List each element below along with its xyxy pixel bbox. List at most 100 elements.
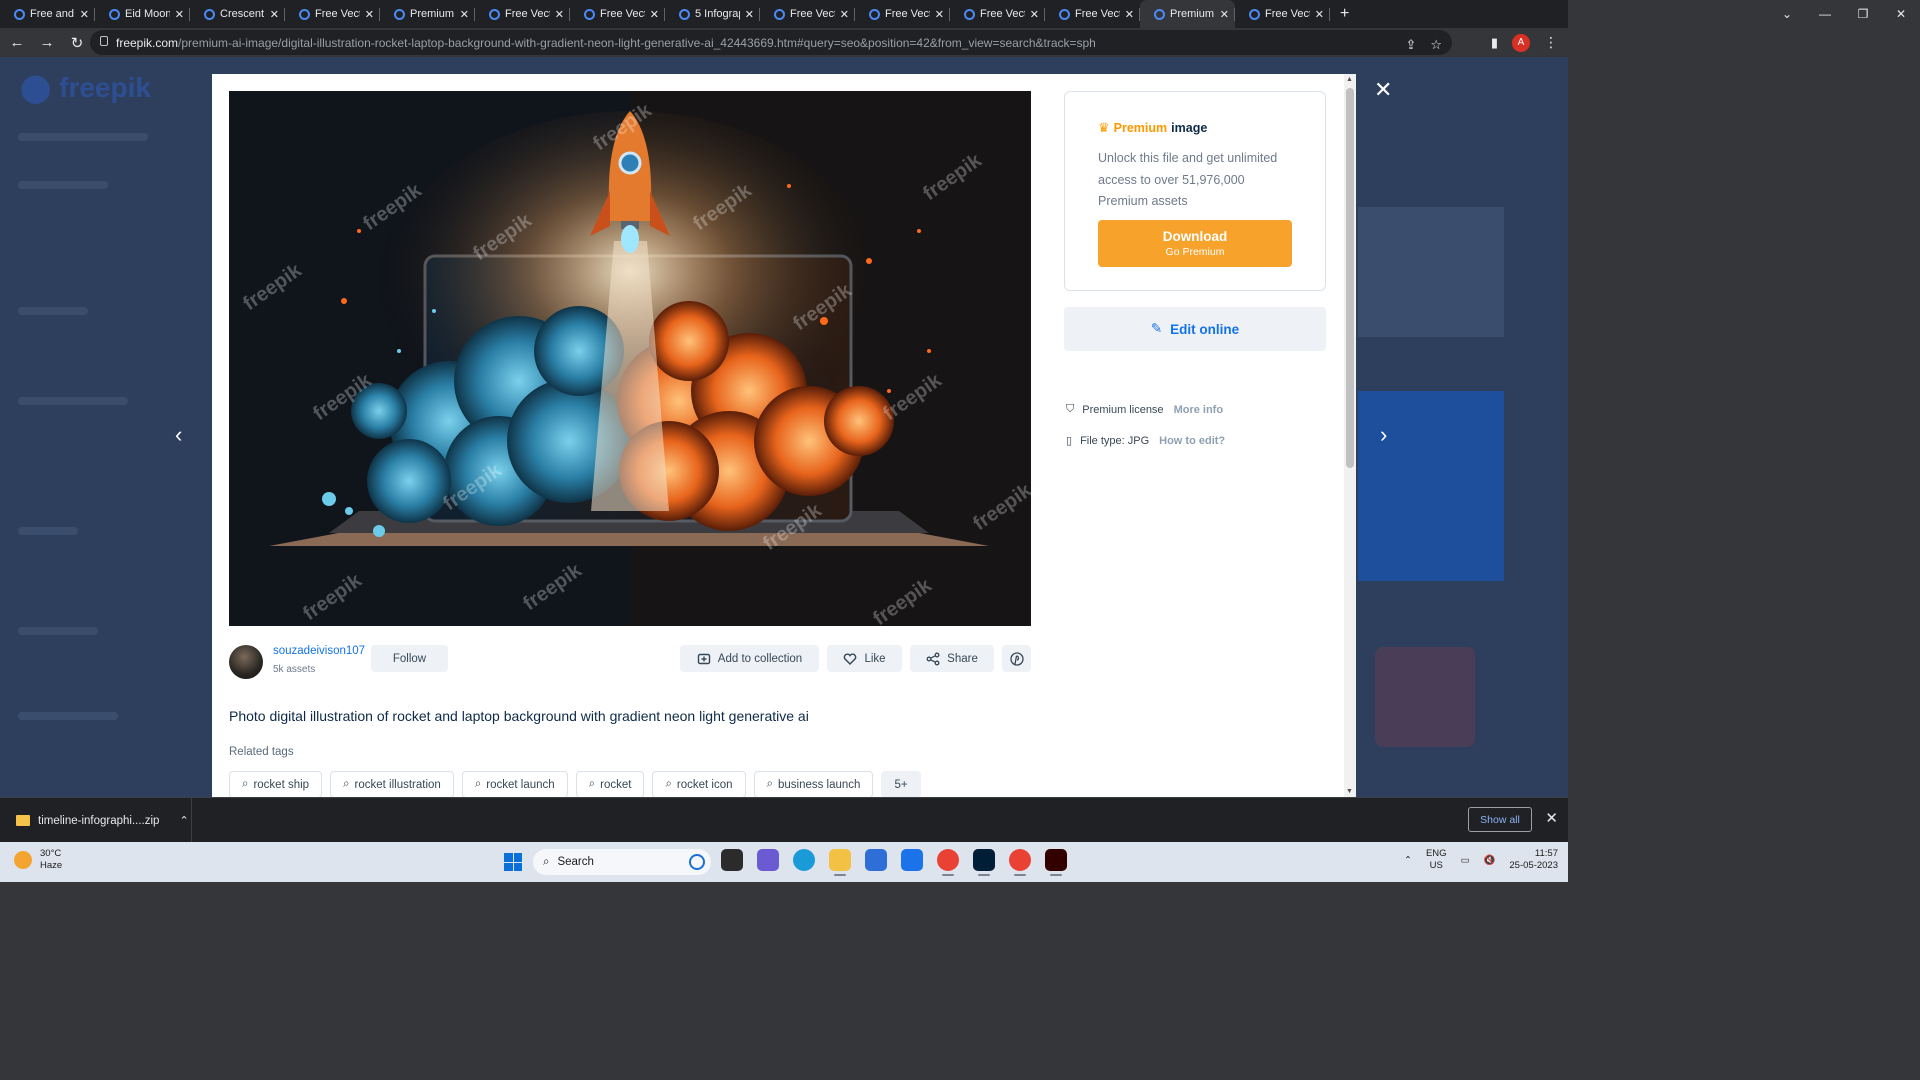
download-item[interactable]: timeline-infographi....zip ⌃ (0, 798, 192, 843)
haze-icon (14, 851, 32, 869)
back-icon[interactable]: ← (4, 30, 30, 56)
reload-icon[interactable]: ↻ (64, 30, 90, 56)
clock[interactable]: 11:57 25-05-2023 (1509, 848, 1558, 872)
file-explorer-icon[interactable] (829, 849, 851, 876)
tab-close-icon[interactable]: ✕ (1220, 8, 1229, 21)
taskbar-search[interactable]: ⌕ Search (533, 849, 711, 875)
bing-icon[interactable] (689, 854, 705, 870)
side-panel-icon[interactable]: ▮ (1491, 35, 1498, 51)
menu-kebab-icon[interactable]: ⋮ (1544, 34, 1558, 51)
tab-title: 5 Infograp (695, 8, 740, 20)
next-arrow-icon[interactable]: › (1380, 422, 1387, 448)
volume-muted-icon[interactable]: 🔇 (1484, 855, 1496, 866)
browser-tab[interactable]: Premium ✕ (1140, 0, 1235, 28)
share-button[interactable]: Share (910, 645, 994, 672)
browser-tab[interactable]: Free Vecto ✕ (570, 0, 665, 28)
tab-close-icon[interactable]: ✕ (80, 8, 89, 21)
tab-close-icon[interactable]: ✕ (555, 8, 564, 21)
browser-tab[interactable]: Premium ✕ (380, 0, 475, 28)
add-to-collection-button[interactable]: Add to collection (680, 645, 819, 672)
search-icon: ⌕ (242, 778, 249, 790)
scroll-up-icon[interactable]: ▲ (1346, 76, 1353, 83)
weather-widget[interactable]: 30°C Haze (14, 848, 62, 872)
store-icon[interactable] (865, 849, 887, 871)
browser-tab[interactable]: Free Vecto ✕ (475, 0, 570, 28)
tab-close-icon[interactable]: ✕ (460, 8, 469, 21)
tab-close-icon[interactable]: ✕ (270, 8, 279, 21)
related-tag[interactable]: ⌕ rocket illustration (330, 771, 454, 797)
edit-online-button[interactable]: ✎ Edit online (1064, 307, 1326, 351)
tab-close-icon[interactable]: ✕ (840, 8, 849, 21)
start-button[interactable] (504, 853, 522, 871)
chrome-icon[interactable] (937, 849, 959, 876)
photoshop-icon[interactable] (973, 849, 995, 876)
related-tag[interactable]: ⌕ business launch (753, 771, 874, 797)
how-to-edit-link[interactable]: How to edit? (1159, 435, 1225, 447)
new-tab-icon[interactable]: + (1340, 5, 1349, 23)
browser-tab[interactable]: Free Vecto ✕ (285, 0, 380, 28)
restore-icon[interactable]: ❐ (1844, 0, 1882, 28)
tab-title: Premium (1170, 8, 1215, 20)
browser-tab[interactable]: Crescent E ✕ (190, 0, 285, 28)
scrollbar-thumb[interactable] (1346, 88, 1354, 468)
related-tag[interactable]: ⌕ rocket (575, 771, 645, 797)
tab-close-icon[interactable]: ✕ (1125, 8, 1134, 21)
forward-icon[interactable]: → (34, 30, 60, 56)
follow-button[interactable]: Follow (371, 645, 448, 672)
tab-close-icon[interactable]: ✕ (935, 8, 944, 21)
tab-close-icon[interactable]: ✕ (175, 8, 184, 21)
chevron-up-icon[interactable]: ⌃ (179, 814, 188, 827)
close-window-icon[interactable]: ✕ (1882, 0, 1920, 28)
share-label: Share (947, 652, 978, 665)
browser-tab[interactable]: Free Vecto ✕ (1045, 0, 1140, 28)
illustrator-icon[interactable] (1045, 849, 1067, 876)
language-indicator[interactable]: ENG US (1426, 848, 1447, 872)
tab-close-icon[interactable]: ✕ (1315, 8, 1324, 21)
task-view-icon[interactable] (721, 849, 743, 871)
tab-close-icon[interactable]: ✕ (745, 8, 754, 21)
close-modal-icon[interactable]: ✕ (1374, 77, 1392, 103)
background-sidebar-line (18, 627, 98, 635)
tab-search-icon[interactable]: ⌄ (1768, 0, 1806, 28)
browser-tab[interactable]: Free and c ✕ (0, 0, 95, 28)
minimize-icon[interactable]: — (1806, 0, 1844, 28)
teams-chat-icon[interactable] (757, 849, 779, 871)
tab-close-icon[interactable]: ✕ (650, 8, 659, 21)
network-icon[interactable]: ▭ (1461, 855, 1470, 866)
browser-tab[interactable]: Eid Moon ✕ (95, 0, 190, 28)
browser-tab[interactable]: Free Vecto ✕ (855, 0, 950, 28)
pinterest-button[interactable] (1002, 645, 1031, 672)
more-tags-button[interactable]: 5+ (881, 771, 921, 797)
address-bar[interactable]: freepik.com/premium-ai-image/digital-ill… (90, 30, 1452, 55)
download-button[interactable]: Download Go Premium (1098, 220, 1292, 267)
edge-icon[interactable] (793, 849, 815, 871)
chrome-profile-icon[interactable] (1009, 849, 1031, 876)
tab-close-icon[interactable]: ✕ (1030, 8, 1039, 21)
more-info-link[interactable]: More info (1174, 404, 1224, 416)
browser-tab[interactable]: 5 Infograp ✕ (665, 0, 760, 28)
tab-favicon-icon (489, 8, 500, 20)
profile-avatar[interactable]: A (1512, 33, 1530, 52)
browser-tab[interactable]: Free Vecto ✕ (760, 0, 855, 28)
author-name-link[interactable]: souzadeivison107 (273, 645, 365, 657)
related-tag[interactable]: ⌕ rocket icon (652, 771, 746, 797)
like-button[interactable]: Like (827, 645, 902, 672)
bookmark-star-icon[interactable]: ☆ (1430, 37, 1442, 53)
region-code: US (1429, 860, 1443, 871)
share-page-icon[interactable]: ⇪ (1405, 37, 1416, 53)
mail-icon[interactable] (901, 849, 923, 871)
show-all-button[interactable]: Show all (1468, 807, 1532, 832)
tray-chevron-icon[interactable]: ⌃ (1404, 855, 1412, 866)
browser-tab[interactable]: Free Vecto ✕ (950, 0, 1045, 28)
related-tag[interactable]: ⌕ rocket launch (461, 771, 568, 797)
browser-tab[interactable]: Free Vecto ✕ (1235, 0, 1330, 28)
related-tag[interactable]: ⌕ rocket ship (229, 771, 323, 797)
previous-arrow-icon[interactable]: ‹ (175, 422, 182, 448)
tab-close-icon[interactable]: ✕ (365, 8, 374, 21)
modal-scrollbar[interactable]: ▲ ▼ (1344, 74, 1356, 797)
close-downloads-icon[interactable]: ✕ (1545, 809, 1558, 827)
lock-icon[interactable] (100, 36, 108, 46)
preview-image[interactable]: freepik freepik freepik freepik freepik … (229, 91, 1031, 626)
scroll-down-icon[interactable]: ▼ (1346, 788, 1353, 795)
author-avatar[interactable] (229, 645, 263, 679)
